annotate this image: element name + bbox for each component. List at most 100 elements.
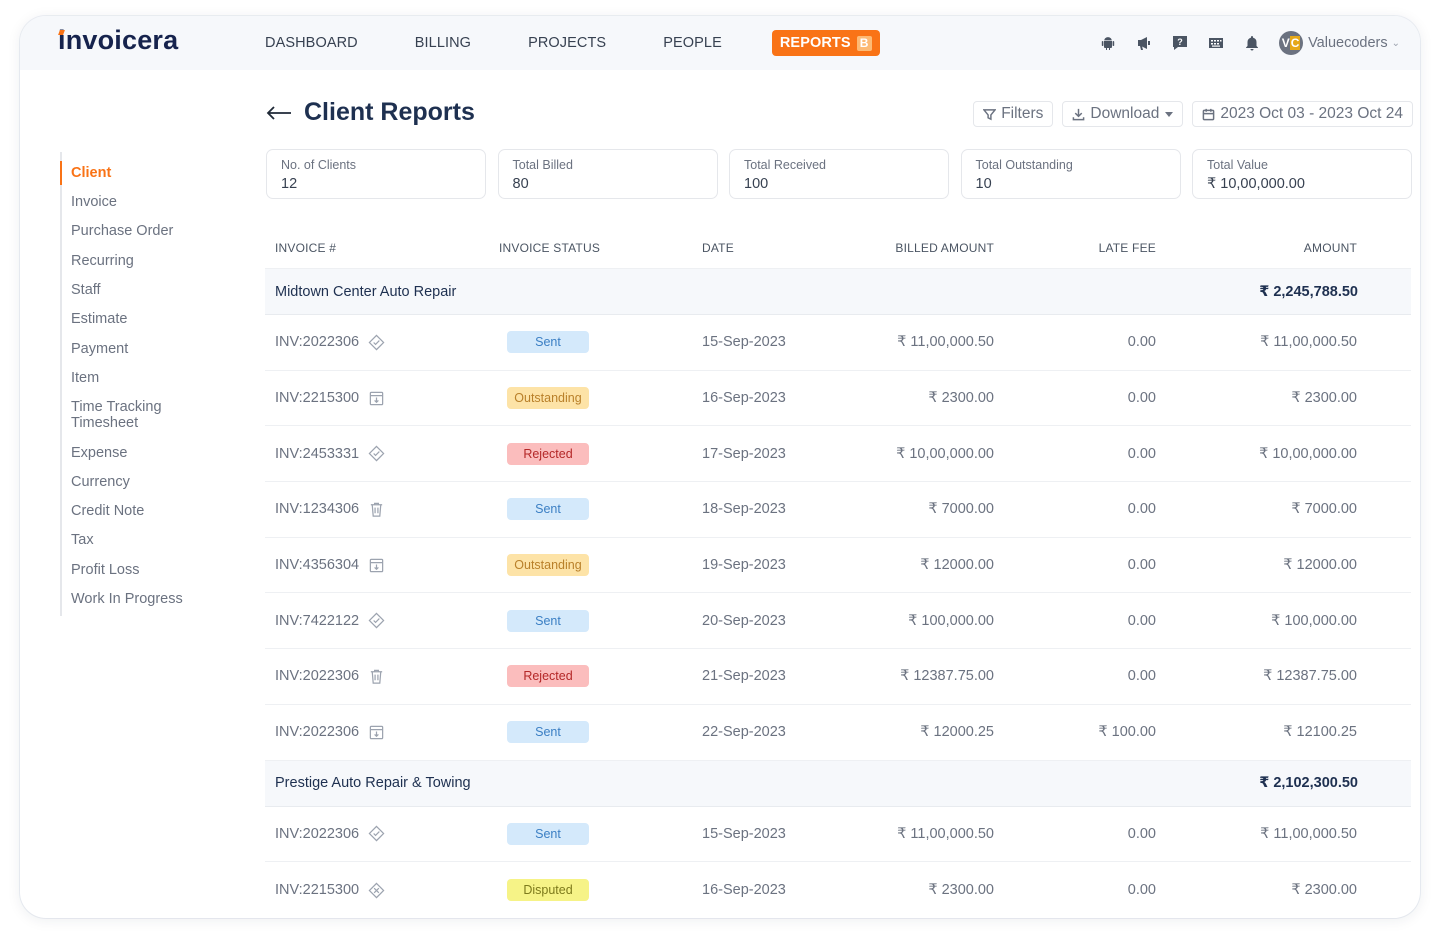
invoice-number[interactable]: INV:1234306 [275,501,359,517]
archive-icon[interactable] [368,557,385,574]
billed-amount-cell: ₹ 12000.25 [920,724,994,741]
invoice-number[interactable]: INV:2022306 [275,334,359,350]
amount-cell: ₹ 7000.00 [1291,501,1357,518]
filters-button[interactable]: Filters [973,101,1054,127]
sidebar-item-expense[interactable]: Expense [62,445,262,461]
client-name: Midtown Center Auto Repair [275,283,457,300]
approved-icon[interactable] [368,445,385,462]
sidebar-item-staff[interactable]: Staff [62,282,262,298]
invoice-number[interactable]: INV:2215300 [275,390,359,406]
top-navbar: invoicera DASHBOARD BILLING PROJECTS PEO… [20,16,1420,70]
sidebar-item-client[interactable]: Client [60,161,262,185]
invoicera-logo[interactable]: invoicera [58,25,178,56]
client-report-table: INVOICE # INVOICE STATUS DATE BILLED AMO… [265,228,1411,918]
date-cell: 16-Sep-2023 [702,882,786,899]
invoice-number[interactable]: INV:2022306 [275,826,359,842]
invoice-cell: INV:2022306 [265,668,499,685]
chevron-down-icon[interactable]: ⌄ [1392,38,1400,49]
table-row[interactable]: INV:1234306 Sent 18-Sep-2023 ₹ 7000.00 0.00 ₹… [265,482,1411,538]
approved-icon[interactable] [368,825,385,842]
invoice-number[interactable]: INV:2215300 [275,882,359,898]
trash-icon[interactable] [368,501,385,518]
sidebar-item-work-in-progress[interactable]: Work In Progress [62,591,262,607]
archive-icon[interactable] [368,390,385,407]
stat-label: No. of Clients [281,158,357,172]
nav-reports[interactable]: REPORTS B [771,30,880,56]
sidebar-item-time-tracking-timesheet[interactable]: Time Tracking Timesheet [62,399,262,431]
status-badge: Sent [507,609,589,632]
sidebar-item-currency[interactable]: Currency [62,474,262,490]
invoice-number[interactable]: INV:2022306 [275,724,359,740]
table-row[interactable]: INV:4356304 Outstanding 19-Sep-2023 ₹ 12000… [265,538,1411,594]
nav-people[interactable]: PEOPLE [663,35,722,51]
table-row[interactable]: INV:2453331 Rejected 17-Sep-2023 ₹ 10,00,00… [265,426,1411,483]
stat-value: 12 [281,176,298,192]
page-title: Client Reports [304,98,475,126]
sidebar-item-payment[interactable]: Payment [62,341,262,357]
table-row[interactable]: INV:2215300 Outstanding 16-Sep-2023 ₹ 2300.… [265,371,1411,427]
invoice-cell: INV:2022306 [265,825,499,842]
invoice-number[interactable]: INV:2022306 [275,668,359,684]
approved-icon[interactable] [368,334,385,351]
late-fee-cell: 0.00 [1127,445,1156,462]
late-fee-cell: 0.00 [1127,557,1156,574]
sidebar-item-profit-loss[interactable]: Profit Loss [62,562,262,578]
top-icons: ? VC Valuecoders ⌄ [1099,16,1420,70]
date-cell: 18-Sep-2023 [702,501,786,518]
invoice-number[interactable]: INV:7422122 [275,613,359,629]
status-cell: Rejected [499,442,702,465]
help-icon[interactable]: ? [1171,34,1189,52]
late-fee-cell: 0.00 [1127,668,1156,685]
invoice-number[interactable]: INV:2453331 [275,446,359,462]
date-range-picker[interactable]: 2023 Oct 03 - 2023 Oct 24 [1192,101,1413,127]
date-cell: 17-Sep-2023 [702,445,786,462]
disputed-icon[interactable] [368,882,385,899]
back-arrow-icon[interactable] [266,105,292,121]
keyboard-icon[interactable] [1207,34,1225,52]
stat-card: Total Received 100 [729,149,949,199]
col-amount: AMOUNT [1303,241,1357,255]
trash-icon[interactable] [368,668,385,685]
archive-icon[interactable] [368,724,385,741]
stat-label: Total Value [1207,158,1268,172]
sidebar-item-tax[interactable]: Tax [62,532,262,548]
nav-projects[interactable]: PROJECTS [528,35,606,51]
sidebar-item-item[interactable]: Item [62,370,262,386]
nav-billing[interactable]: BILLING [415,35,471,51]
table-row[interactable]: INV:2215300 Disputed 16-Sep-2023 ₹ 2300.00 0… [265,862,1411,918]
invoice-cell: INV:2022306 [265,724,499,741]
invoice-number[interactable]: INV:4356304 [275,557,359,573]
stat-label: Total Received [744,158,826,172]
svg-text:?: ? [1177,37,1183,47]
status-badge: Rejected [507,442,589,465]
user-menu[interactable]: Valuecoders [1308,35,1388,51]
amount-cell: ₹ 2300.00 [1291,882,1357,899]
approved-icon[interactable] [368,612,385,629]
sidebar-item-invoice[interactable]: Invoice [62,194,262,210]
sidebar-item-estimate[interactable]: Estimate [62,311,262,327]
android-icon[interactable] [1099,34,1117,52]
bell-icon[interactable] [1243,34,1261,52]
table-row[interactable]: INV:2022306 Rejected 21-Sep-2023 ₹ 12387.75… [265,649,1411,705]
download-button[interactable]: Download [1062,101,1184,127]
user-avatar[interactable]: VC [1279,31,1304,55]
table-row[interactable]: INV:7422122 Sent 20-Sep-2023 ₹ 100,000.00 0.… [265,593,1411,650]
table-body: Midtown Center Auto Repair ₹ 2,245,788.50… [265,269,1411,918]
client-group-row[interactable]: Midtown Center Auto Repair ₹ 2,245,788.50 [265,269,1411,315]
invoice-cell: INV:4356304 [265,557,499,574]
billed-amount-cell: ₹ 10,00,000.00 [896,445,994,462]
reports-sidebar: Client Invoice Purchase Order Recurring Staf… [60,152,260,616]
late-fee-cell: 0.00 [1127,882,1156,899]
table-row[interactable]: INV:2022306 Sent 22-Sep-2023 ₹ 12000.25 ₹ 10… [265,705,1411,761]
nav-dashboard[interactable]: DASHBOARD [265,35,358,51]
table-row[interactable]: INV:2022306 Sent 15-Sep-2023 ₹ 11,00,000.50… [265,315,1411,371]
sidebar-item-purchase-order[interactable]: Purchase Order [62,223,262,239]
status-badge: Disputed [507,879,589,902]
sidebar-item-recurring[interactable]: Recurring [62,253,262,269]
client-group-row[interactable]: Prestige Auto Repair & Towing ₹ 2,102,300… [265,760,1411,807]
avatar-initials: VC [1281,36,1301,50]
megaphone-icon[interactable] [1135,34,1153,52]
sidebar-item-credit-note[interactable]: Credit Note [62,503,262,519]
table-row[interactable]: INV:2022306 Sent 15-Sep-2023 ₹ 11,00,000.50… [265,807,1411,863]
date-cell: 22-Sep-2023 [702,724,786,741]
